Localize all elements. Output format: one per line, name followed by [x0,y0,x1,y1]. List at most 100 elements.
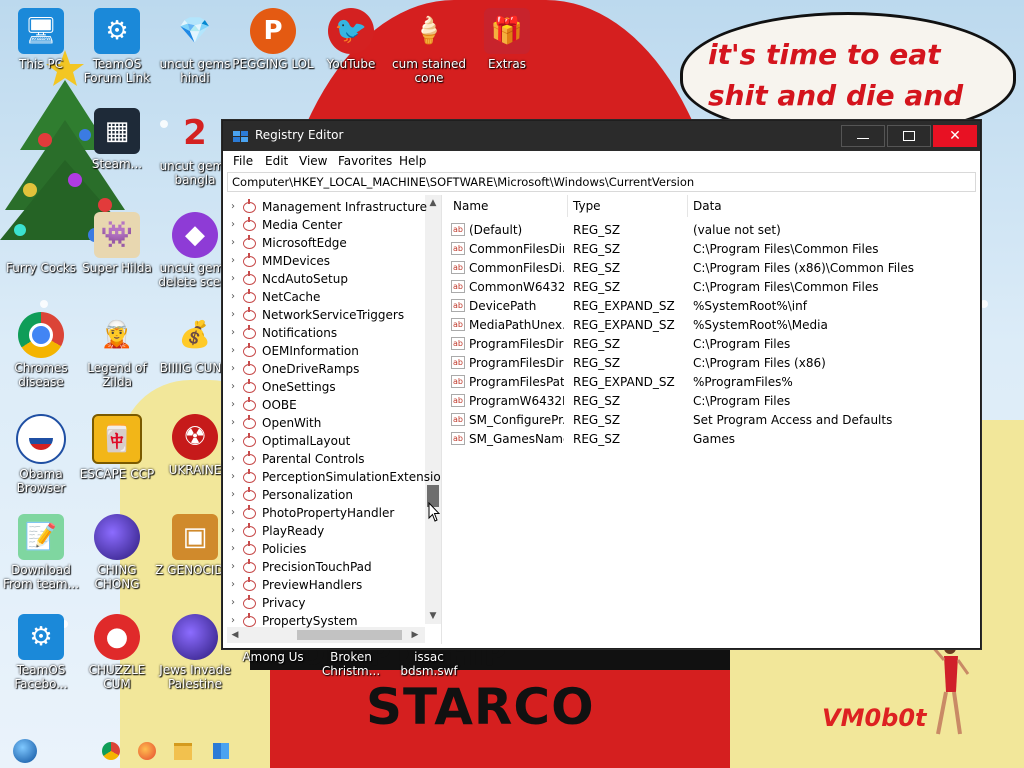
tree-node[interactable]: › PreviewHandlers [227,577,427,595]
value-row[interactable]: ab ProgramFilesDir REG_SZ C:\Program Files [445,335,975,354]
value-row[interactable]: ab ProgramFilesPath REG_EXPAND_SZ %ProgramF… [445,373,975,392]
tree-node[interactable]: › Personalization [227,487,427,505]
tree-node[interactable]: › OptimalLayout [227,433,427,451]
chevron-right-icon[interactable]: › [231,327,235,338]
value-row[interactable]: ab DevicePath REG_EXPAND_SZ %SystemRoot%\in… [445,297,975,316]
value-row[interactable]: ab ProgramW6432Dir REG_SZ C:\Program Files [445,392,975,411]
tree-node[interactable]: › OneDriveRamps [227,361,427,379]
desktop-icon-ching-chong[interactable]: CHING CHONG [76,514,158,591]
menu-view[interactable]: View [299,154,327,168]
tree-node[interactable]: › PropertySystem [227,613,427,631]
column-header-data[interactable]: Data [693,199,722,213]
desktop-icon-escape-ccp[interactable]: 🀄 ESCAPE CCP [76,414,158,481]
desktop-icon-legend-of-zilda[interactable]: 🧝 Legend of Zilda [76,312,158,389]
menu-help[interactable]: Help [399,154,426,168]
chevron-right-icon[interactable]: › [231,255,235,266]
value-row[interactable]: ab CommonW6432... REG_SZ C:\Program Files\C… [445,278,975,297]
desktop-icon-steam[interactable]: ▦ Steam... [76,108,158,171]
desktop-icon-chrome[interactable]: Chromes disease [0,312,82,389]
tree-node[interactable]: › Notifications [227,325,427,343]
chevron-right-icon[interactable]: › [231,561,235,572]
chevron-right-icon[interactable]: › [231,471,235,482]
chevron-right-icon[interactable]: › [231,543,235,554]
chevron-right-icon[interactable]: › [231,363,235,374]
column-divider[interactable] [687,195,688,217]
chevron-right-icon[interactable]: › [231,489,235,500]
tree-node[interactable]: › PerceptionSimulationExtensions [227,469,441,487]
tree-node[interactable]: › Privacy [227,595,427,613]
desktop-icon-among-us[interactable]: Among Us [232,650,314,680]
scrollbar-thumb[interactable] [297,630,402,640]
chevron-right-icon[interactable]: › [231,237,235,248]
value-row[interactable]: ab MediaPathUnex... REG_EXPAND_SZ %SystemRo… [445,316,975,335]
menu-file[interactable]: File [233,154,253,168]
tree-node[interactable]: › NcdAutoSetup [227,271,427,289]
tree-node[interactable]: › MicrosoftEdge [227,235,427,253]
tree-node[interactable]: › Media Center [227,217,427,235]
value-row[interactable]: ab CommonFilesDir REG_SZ C:\Program Files\C… [445,240,975,259]
title-bar[interactable]: Registry Editor ✕ [223,121,980,151]
minimize-button[interactable] [841,125,885,147]
desktop-icon-obama-browser[interactable]: Obama Browser [0,414,82,495]
chevron-right-icon[interactable]: › [231,273,235,284]
tree-node[interactable]: › OEMInformation [227,343,427,361]
tree-node[interactable]: › PrecisionTouchPad [227,559,427,577]
desktop-icon-youtube[interactable]: 🐦 YouTube [310,8,392,71]
desktop-icon-cone[interactable]: 🍦 cum stained cone [388,8,470,85]
firefox-icon[interactable] [134,738,160,764]
desktop-icon-furry[interactable]: Furry Cocks [0,212,82,275]
chevron-right-icon[interactable]: › [231,525,235,536]
desktop-icon-extras[interactable]: 🎁 Extras [466,8,548,71]
desktop-icon-broken-christmas[interactable]: Broken Christm... [310,650,392,678]
chevron-right-icon[interactable]: › [231,201,235,212]
chrome-icon[interactable] [98,738,124,764]
tree-node[interactable]: › OneSettings [227,379,427,397]
desktop-icon-download[interactable]: 📝 Download From team... [0,514,82,591]
value-row[interactable]: ab SM_GamesName REG_SZ Games [445,430,975,449]
tree-node[interactable]: › Management Infrastructure [227,199,427,217]
tree-node[interactable]: › Policies [227,541,427,559]
chevron-right-icon[interactable]: › [231,417,235,428]
value-row[interactable]: ab ProgramFilesDir ... REG_SZ C:\Program Fi… [445,354,975,373]
chevron-right-icon[interactable]: › [231,507,235,518]
tree-node[interactable]: › NetworkServiceTriggers [227,307,427,325]
chevron-right-icon[interactable]: › [231,219,235,230]
chevron-right-icon[interactable]: › [231,615,235,626]
chevron-right-icon[interactable]: › [231,399,235,410]
desktop-icon-issac[interactable]: issac bdsm.swf [388,650,470,678]
tree-node[interactable]: › PlayReady [227,523,427,541]
desktop-icon-chuzzle[interactable]: ● CHUZZLE CUM [76,614,158,691]
desktop-icon-super-hilda[interactable]: 👾 Super Hilda [76,212,158,275]
address-bar[interactable]: Computer\HKEY_LOCAL_MACHINE\SOFTWARE\Mic… [227,172,976,192]
chevron-right-icon[interactable]: › [231,435,235,446]
column-divider[interactable] [567,195,568,217]
desktop-icon-teamos-forum[interactable]: ⚙ TeamOS Forum Link [76,8,158,85]
chevron-right-icon[interactable]: › [231,579,235,590]
tree-node[interactable]: › PhotoPropertyHandler [227,505,427,523]
value-row[interactable]: ab (Default) REG_SZ (value not set) [445,221,975,240]
column-header-type[interactable]: Type [573,199,601,213]
scroll-up-icon[interactable]: ▲ [425,195,441,211]
menu-edit[interactable]: Edit [265,154,288,168]
desktop-icon-uncut-gems-hindi[interactable]: 💎 uncut gems hindi [154,8,236,85]
start-orb-icon[interactable] [12,738,38,764]
desktop-icon-teamos-facebook[interactable]: ⚙ TeamOS Facebo... [0,614,82,691]
explorer-icon[interactable] [170,738,196,764]
regedit-icon[interactable] [208,738,234,764]
chevron-right-icon[interactable]: › [231,291,235,302]
menu-favorites[interactable]: Favorites [338,154,392,168]
chevron-right-icon[interactable]: › [231,597,235,608]
desktop-icon-pegging[interactable]: P PEGGING LOL [232,8,314,71]
tree-vertical-scrollbar[interactable]: ▲ ▼ [425,195,441,624]
tree-node[interactable]: › Parental Controls [227,451,427,469]
tree-node[interactable]: › OOBE [227,397,427,415]
value-row[interactable]: ab SM_ConfigurePr... REG_SZ Set Program Acc… [445,411,975,430]
desktop-icon-this-pc[interactable]: 🖥 This PC [0,8,82,71]
chevron-right-icon[interactable]: › [231,309,235,320]
tree-node[interactable]: › NetCache [227,289,427,307]
close-button[interactable]: ✕ [933,125,977,147]
column-header-name[interactable]: Name [453,199,488,213]
maximize-button[interactable] [887,125,931,147]
scroll-down-icon[interactable]: ▼ [425,608,441,624]
chevron-right-icon[interactable]: › [231,453,235,464]
